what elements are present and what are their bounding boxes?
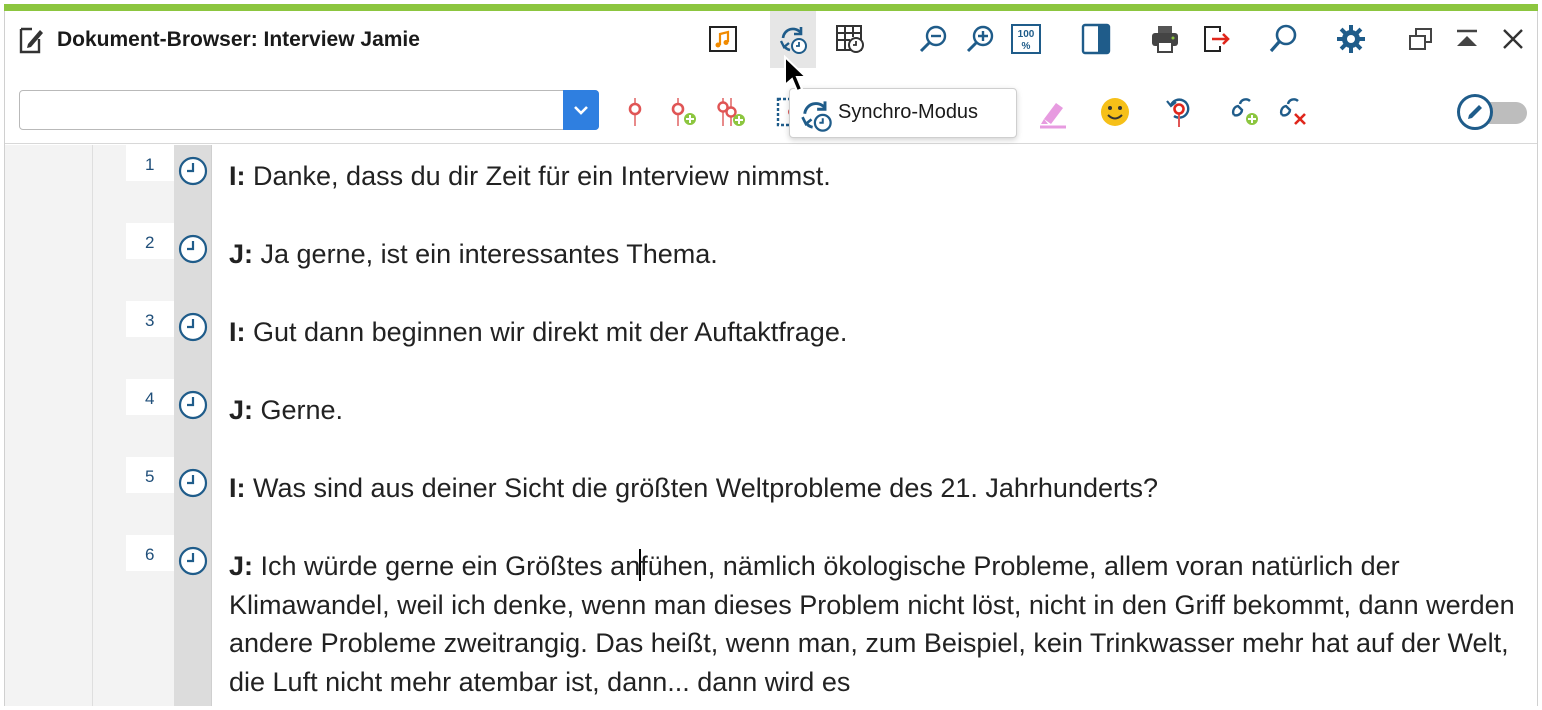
timestamp-column xyxy=(174,145,212,706)
paragraph-text: I: Was sind aus deiner Sicht die größten… xyxy=(229,469,1529,508)
code-toolbar xyxy=(5,68,1537,144)
zoom-out-icon[interactable] xyxy=(915,21,951,57)
document-browser-window: Dokument-Browser: Interview Jamie 100% S… xyxy=(4,11,1538,706)
timestamp-clock-icon[interactable] xyxy=(177,467,209,499)
timestamp-clock-icon[interactable] xyxy=(177,389,209,421)
code-pin-add-icon[interactable] xyxy=(665,94,701,130)
paragraph-number: 2 xyxy=(145,233,155,252)
paragraph-number: 4 xyxy=(145,389,155,408)
settings-gear-icon[interactable] xyxy=(1333,21,1369,57)
memo-column xyxy=(92,145,126,706)
synchro-mode-tooltip: Synchro-Modus xyxy=(789,88,1017,138)
paragraph-text: I: Gut dann beginnen wir direkt mit der … xyxy=(229,313,1529,352)
speaker-label: J: xyxy=(229,551,254,581)
export-icon[interactable] xyxy=(1198,21,1234,57)
utterance: Was sind aus deiner Sicht die größten We… xyxy=(245,473,1158,503)
utterance: Ja gerne, ist ein interessantes Thema. xyxy=(253,239,718,269)
document-edit-icon xyxy=(19,27,43,54)
document-content[interactable]: 1 I: Danke, dass du dir Zeit für ein Int… xyxy=(5,145,1537,706)
print-icon[interactable] xyxy=(1147,21,1183,57)
paragraph-number: 3 xyxy=(145,311,155,330)
code-stripe-column xyxy=(5,145,92,706)
restore-window-icon[interactable] xyxy=(1403,21,1439,57)
utterance: Gut dann beginnen wir direkt mit der Auf… xyxy=(245,317,848,347)
utterance: Danke, dass du dir Zeit für ein Intervie… xyxy=(245,161,831,191)
accent-bar xyxy=(4,4,1538,11)
pencil-icon xyxy=(1457,94,1493,130)
timestamp-clock-icon[interactable] xyxy=(177,233,209,265)
timestamp-clock-icon[interactable] xyxy=(177,545,209,577)
zoom-100-icon[interactable]: 100% xyxy=(1008,21,1044,57)
emoticon-icon[interactable] xyxy=(1097,94,1133,130)
table-clock-icon[interactable] xyxy=(832,21,868,57)
timestamp-clock-icon[interactable] xyxy=(177,155,209,187)
speaker-label: I: xyxy=(229,473,246,503)
timestamp-clock-icon[interactable] xyxy=(177,311,209,343)
code-selector-combobox[interactable] xyxy=(19,90,599,130)
window-title: Dokument-Browser: Interview Jamie xyxy=(57,28,420,51)
code-pin-icon[interactable] xyxy=(617,94,653,130)
speaker-label: I: xyxy=(229,317,246,347)
paragraph-number: 5 xyxy=(145,467,155,486)
link-remove-icon[interactable] xyxy=(1275,94,1311,130)
chevron-down-icon[interactable] xyxy=(563,90,599,130)
edit-mode-toggle[interactable] xyxy=(1457,94,1529,130)
svg-text:%: % xyxy=(1022,41,1031,52)
link-add-icon[interactable] xyxy=(1227,94,1263,130)
title-bar: Dokument-Browser: Interview Jamie 100% xyxy=(5,11,1537,68)
synchro-mode-icon xyxy=(801,101,832,132)
zoom-in-icon[interactable] xyxy=(962,21,998,57)
paragraph-text: J: Ja gerne, ist ein interessantes Thema… xyxy=(229,235,1529,274)
mouse-cursor-icon xyxy=(784,55,809,93)
paragraph-text: I: Danke, dass du dir Zeit für ein Inter… xyxy=(229,157,1529,196)
utterance-before-caret: Ich würde gerne ein Größtes an xyxy=(253,551,641,581)
multi-code-pin-add-icon[interactable] xyxy=(713,94,749,130)
speaker-label: I: xyxy=(229,161,246,191)
highlighter-icon[interactable] xyxy=(1035,94,1071,130)
paragraph-text: J: Ich würde gerne ein Größtes anfühen, … xyxy=(229,547,1529,701)
speaker-label: J: xyxy=(229,395,254,425)
undo-code-icon[interactable] xyxy=(1161,94,1197,130)
svg-text:100: 100 xyxy=(1018,29,1035,40)
media-player-icon[interactable] xyxy=(705,21,741,57)
tooltip-text: Synchro-Modus xyxy=(838,101,979,123)
paragraph-number: 1 xyxy=(145,155,155,174)
paragraph-number: 6 xyxy=(145,545,155,564)
close-icon[interactable] xyxy=(1495,21,1531,57)
utterance: Gerne. xyxy=(253,395,344,425)
search-icon[interactable] xyxy=(1265,21,1301,57)
speaker-label: J: xyxy=(229,239,254,269)
paragraph-text: J: Gerne. xyxy=(229,391,1529,430)
panel-toggle-icon[interactable] xyxy=(1078,21,1114,57)
collapse-up-icon[interactable] xyxy=(1449,21,1485,57)
